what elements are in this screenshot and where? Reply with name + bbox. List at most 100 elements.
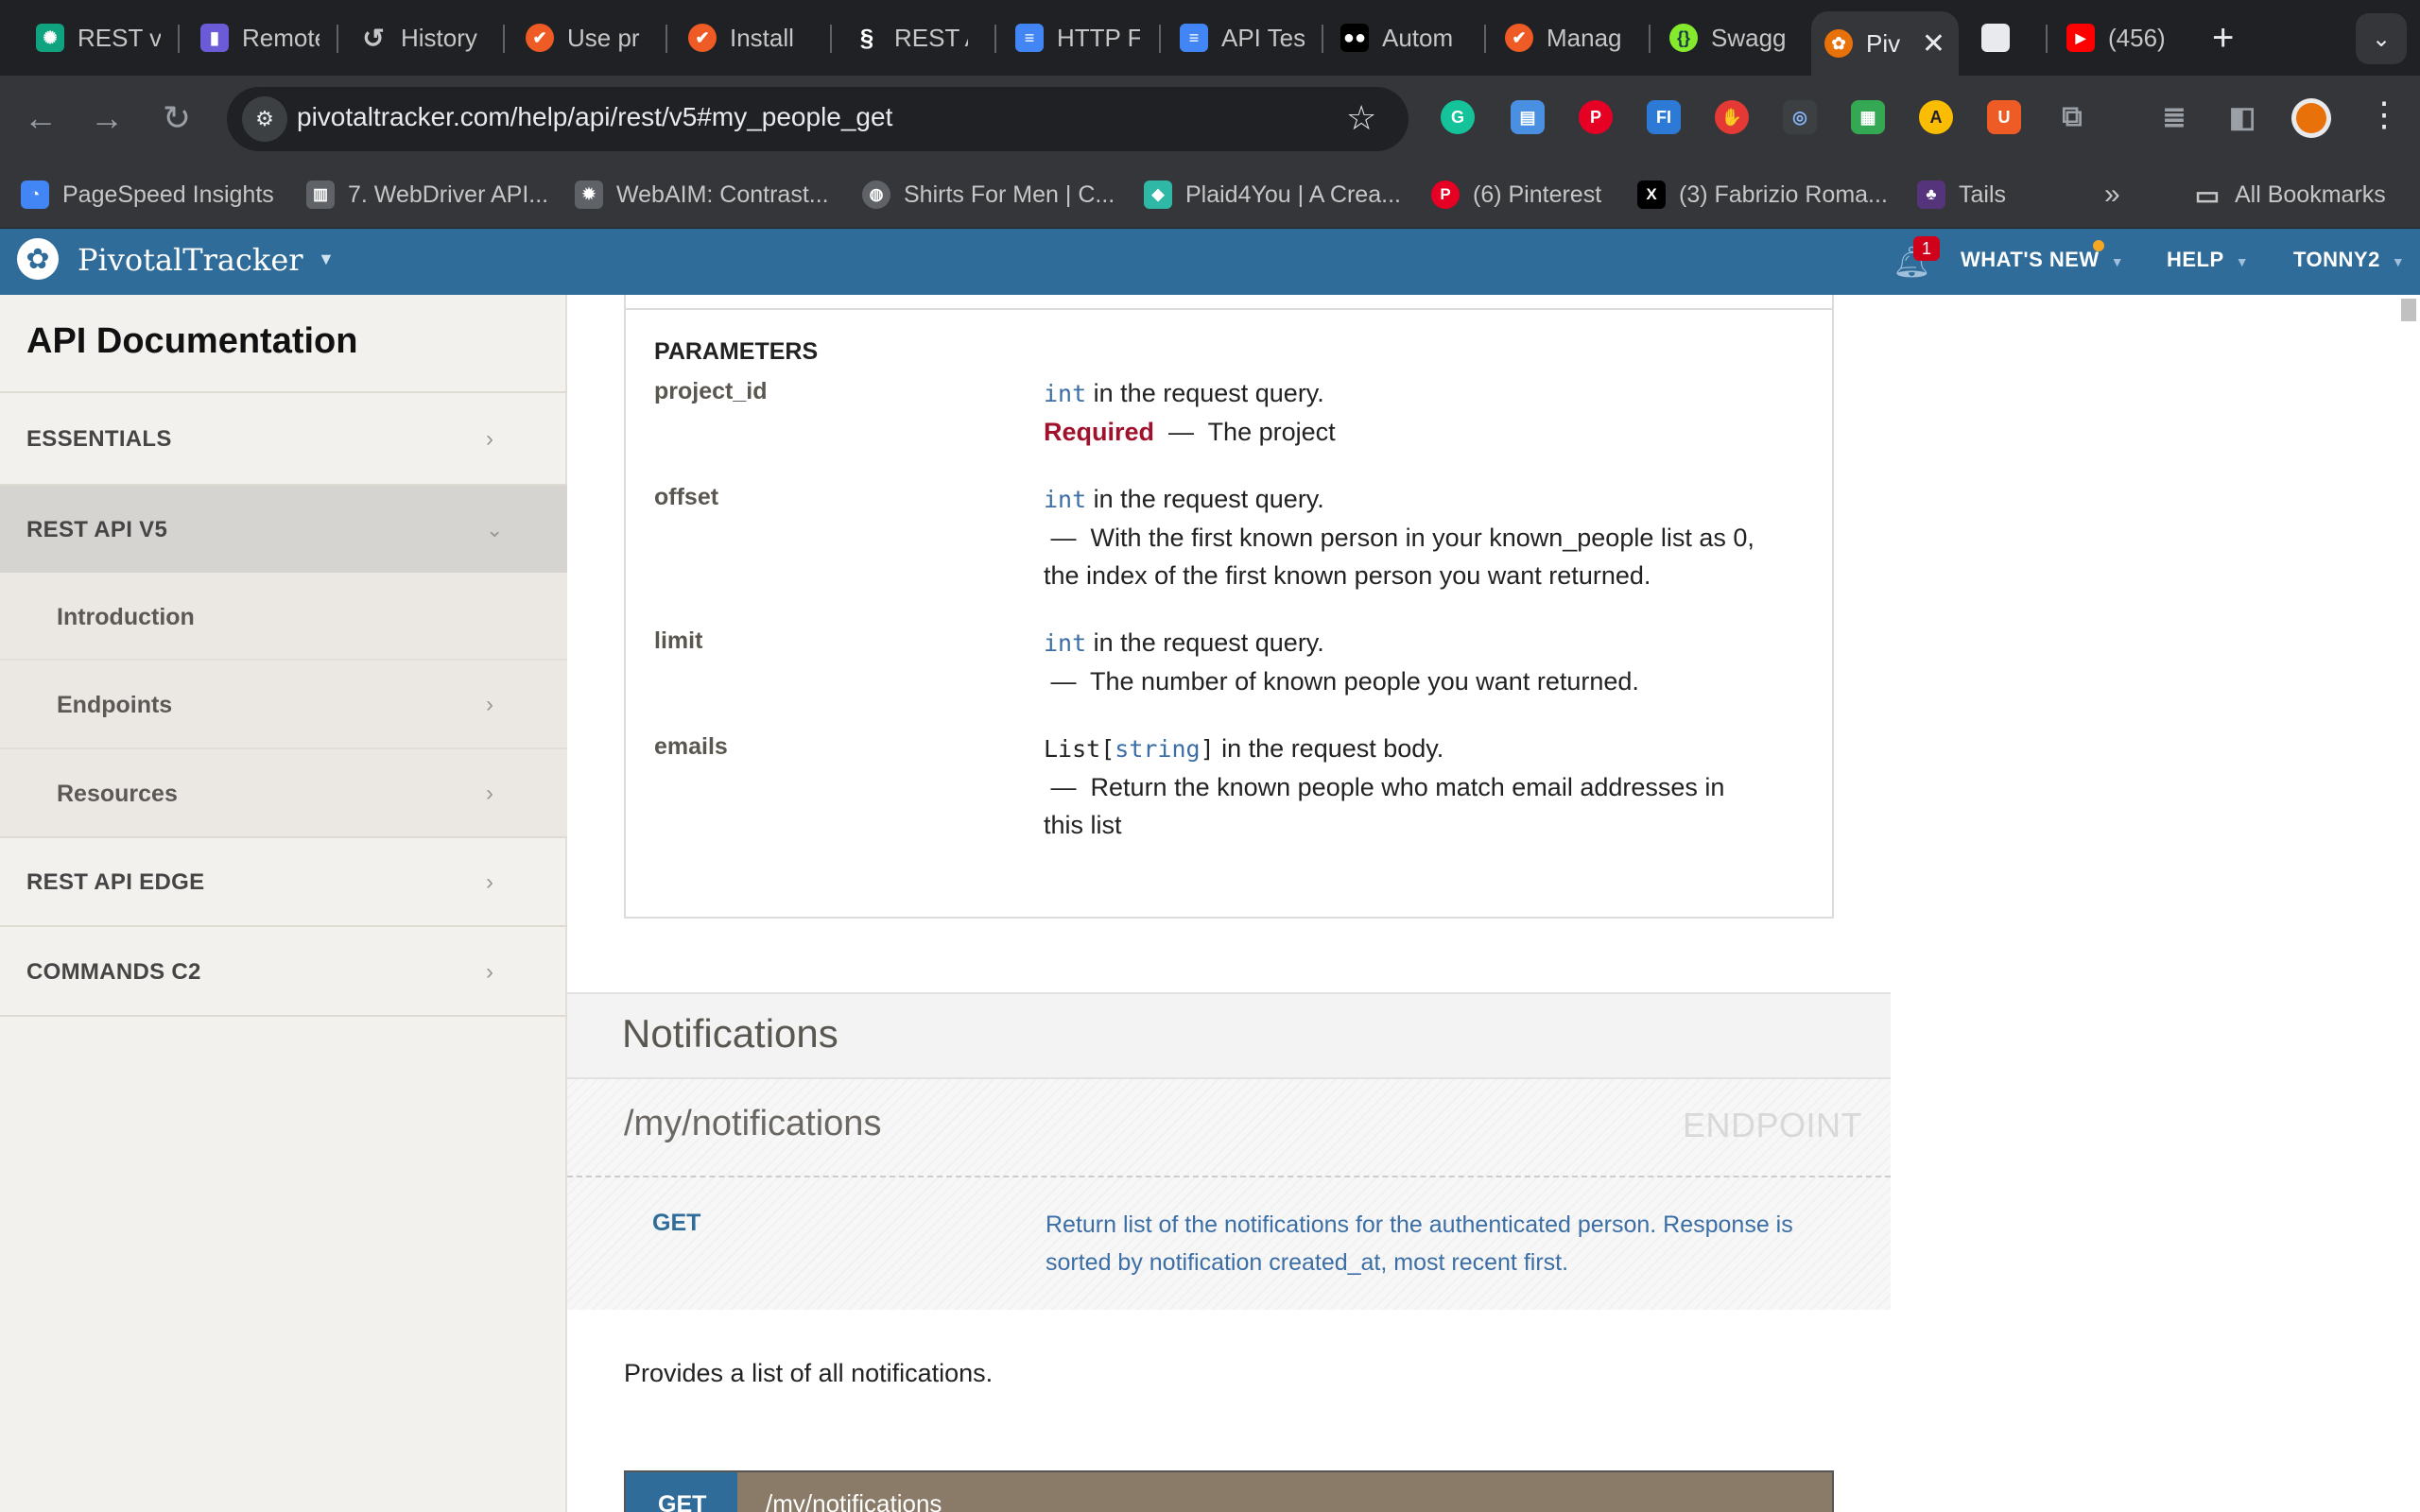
- bookmark-item[interactable]: X (3) Fabrizio Roma...: [1637, 176, 1888, 214]
- postman-icon: ✔: [688, 24, 717, 52]
- param-name: project_id: [654, 378, 768, 404]
- request-path: /my/notifications: [766, 1489, 942, 1512]
- search-extension-icon[interactable]: ◎: [1783, 100, 1817, 134]
- colorzilla-icon[interactable]: ▦: [1851, 100, 1885, 134]
- param-name: emails: [654, 733, 728, 760]
- puzzle-icon[interactable]: ⧉: [2055, 100, 2089, 134]
- endpoint-summary: Provides a list of all notifications.: [624, 1359, 994, 1387]
- browser-tab[interactable]: ●● Autom: [1327, 11, 1478, 64]
- url-text[interactable]: pivotaltracker.com/help/api/rest/v5#my_p…: [297, 102, 892, 132]
- section-title: Notifications: [622, 1011, 838, 1056]
- tab-separator: [337, 25, 338, 53]
- parameters-heading: PARAMETERS: [654, 338, 819, 365]
- pagespeed-icon: ◔: [21, 180, 49, 209]
- pivotal-icon: ✿: [1824, 29, 1853, 58]
- bookmark-item[interactable]: ▥ 7. WebDriver API...: [306, 176, 548, 214]
- endpoint-label: ENDPOINT: [1683, 1106, 1863, 1144]
- caret-down-icon: ▼: [2391, 254, 2406, 269]
- pinterest-icon[interactable]: P: [1579, 100, 1613, 134]
- plaid-icon: ◆: [1144, 180, 1172, 209]
- history-icon: ↺: [362, 23, 385, 53]
- a-extension-icon[interactable]: A: [1919, 100, 1953, 134]
- bookmark-item[interactable]: ◍ Shirts For Men | C...: [862, 176, 1115, 214]
- tab-search-button[interactable]: ⌄: [2356, 13, 2407, 64]
- param-name: limit: [654, 627, 703, 654]
- tab-separator: [2046, 25, 2048, 53]
- bookmark-star-icon[interactable]: ☆: [1346, 98, 1376, 138]
- browser-tab[interactable]: ✔ Use pr: [512, 11, 654, 64]
- sidebar-item-rest-api-edge[interactable]: REST API EDGE ›: [0, 838, 567, 927]
- stop-hand-icon[interactable]: ✋: [1715, 100, 1749, 134]
- tab-separator: [1649, 25, 1651, 53]
- browser-tab[interactable]: § REST A: [839, 11, 981, 64]
- browser-tab[interactable]: ✔ Install: [675, 11, 826, 64]
- folder-icon: ▭: [2194, 180, 2221, 210]
- new-indicator-dot: [2093, 240, 2104, 251]
- pivotal-logo-icon[interactable]: ✿: [17, 238, 59, 280]
- param-type: int: [1044, 629, 1087, 657]
- browser-tab[interactable]: ▶ (456): [2053, 11, 2195, 64]
- reading-list-icon[interactable]: ≣: [2157, 100, 2191, 134]
- all-bookmarks-button[interactable]: ▭ All Bookmarks: [2193, 176, 2386, 214]
- app-logo-text[interactable]: PivotalTracker: [78, 242, 303, 278]
- browser-tab[interactable]: ≡ API Tes: [1167, 11, 1318, 64]
- pinterest-icon: P: [1431, 180, 1460, 209]
- sidebar-item-introduction[interactable]: Introduction: [0, 573, 567, 662]
- extension-icon[interactable]: ▤: [1511, 100, 1545, 134]
- postman-icon: ✔: [1505, 24, 1533, 52]
- sidebar-title: API Documentation: [26, 321, 358, 361]
- caret-down-icon[interactable]: ▼: [318, 249, 335, 269]
- grammarly-icon[interactable]: G: [1441, 100, 1475, 134]
- tails-icon: ♣: [1917, 180, 1945, 209]
- browser-tab[interactable]: [1968, 11, 2044, 64]
- bookmark-item[interactable]: ✹ WebAIM: Contrast...: [575, 176, 829, 214]
- param-type: int: [1044, 380, 1087, 407]
- required-label: Required: [1044, 418, 1155, 446]
- browser-tab[interactable]: {} Swagg: [1656, 11, 1798, 64]
- sidebar-item-commands-c2[interactable]: COMMANDS C2 ›: [0, 928, 567, 1017]
- divider: [0, 391, 567, 393]
- sidebar-item-endpoints[interactable]: Endpoints ›: [0, 661, 567, 749]
- profile-avatar[interactable]: [2291, 98, 2331, 138]
- more-bookmarks-chevron-icon[interactable]: »: [2104, 176, 2120, 214]
- forward-button[interactable]: →: [85, 96, 129, 140]
- reload-button[interactable]: ↻: [155, 96, 199, 140]
- site-info-icon[interactable]: ⚙: [242, 96, 287, 142]
- method-description-link[interactable]: Return list of the notifications for the…: [1046, 1206, 1858, 1281]
- magnet-icon[interactable]: U: [1987, 100, 2021, 134]
- bookmark-item[interactable]: P (6) Pinterest: [1431, 176, 1601, 214]
- fi-extension-icon[interactable]: FI: [1647, 100, 1681, 134]
- param-name: offset: [654, 484, 719, 510]
- webdriver-icon: ▥: [306, 180, 335, 209]
- sidebar-item-essentials[interactable]: ESSENTIALS ›: [0, 395, 567, 484]
- side-panel-icon[interactable]: ◧: [2225, 100, 2259, 134]
- tab-separator: [666, 25, 667, 53]
- close-icon[interactable]: ✕: [1922, 27, 1945, 60]
- sidebar-item-rest-api-v5[interactable]: REST API V5 ⌄: [0, 486, 567, 575]
- browser-tab[interactable]: ✺ REST v: [23, 11, 174, 64]
- divider: [0, 1015, 567, 1017]
- tab-separator: [1159, 25, 1161, 53]
- user-menu[interactable]: TONNY2 ▼: [2293, 248, 2405, 272]
- tab-separator: [994, 25, 996, 53]
- help-menu[interactable]: HELP ▼: [2167, 248, 2249, 272]
- param-type: int: [1044, 486, 1087, 513]
- new-tab-button[interactable]: +: [2212, 17, 2234, 60]
- bookmark-item[interactable]: ◆ Plaid4You | A Crea...: [1144, 176, 1401, 214]
- browser-tab[interactable]: ▮ Remote: [187, 11, 333, 64]
- browser-tab[interactable]: ≡ HTTP F: [1002, 11, 1153, 64]
- divider: [0, 925, 567, 927]
- chatgpt-icon: ✺: [36, 24, 64, 52]
- divider: [567, 1176, 1891, 1177]
- bookmark-item[interactable]: ♣ Tails: [1917, 176, 2006, 214]
- scrollbar-thumb[interactable]: [2401, 299, 2416, 321]
- bookmark-item[interactable]: ◔ PageSpeed Insights: [21, 176, 274, 214]
- http-method-link[interactable]: GET: [652, 1210, 700, 1237]
- browser-tab[interactable]: ↺ History: [346, 11, 492, 64]
- browser-tab[interactable]: ✔ Manag: [1492, 11, 1643, 64]
- caret-down-icon: ▼: [2110, 254, 2125, 269]
- sidebar-item-resources[interactable]: Resources ›: [0, 749, 567, 838]
- browser-tab-active[interactable]: ✿ Piv ✕: [1811, 11, 1959, 76]
- back-button[interactable]: ←: [19, 96, 62, 140]
- menu-dots-icon[interactable]: ⋮: [2367, 94, 2401, 134]
